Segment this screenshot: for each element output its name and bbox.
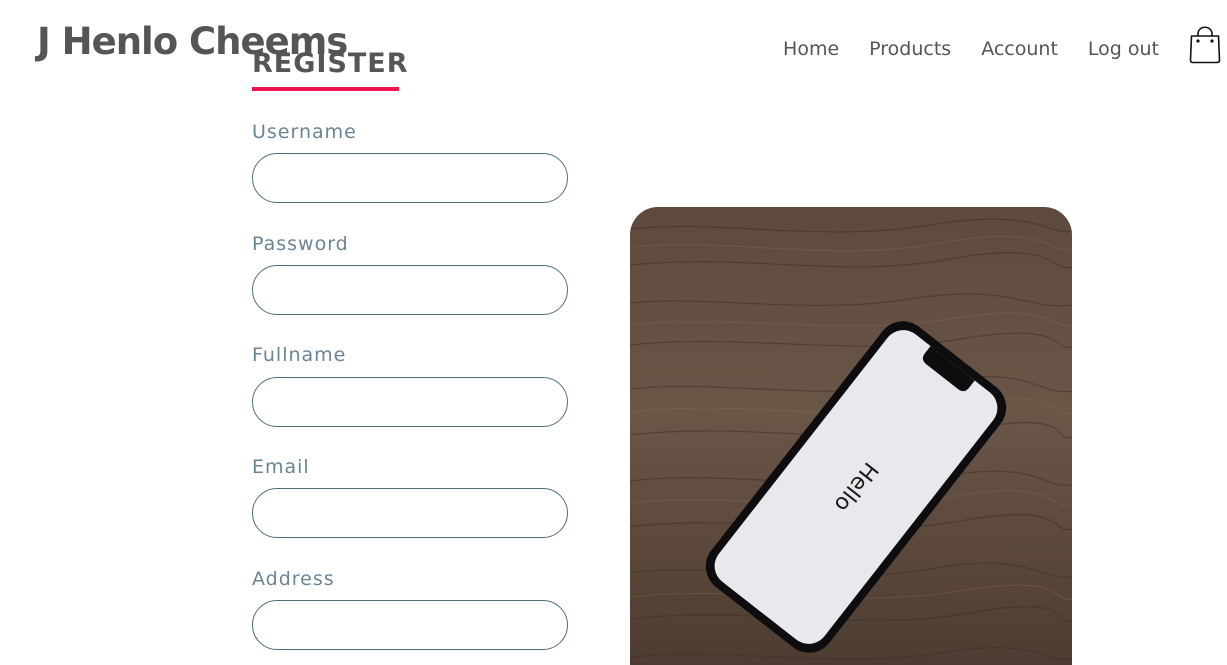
fullname-field[interactable] [252,377,568,427]
password-label: Password [252,233,349,255]
username-field[interactable] [252,153,568,203]
title-underline [252,87,399,91]
register-title: REGISTER [252,48,409,79]
nav-logout[interactable]: Log out [1088,36,1159,62]
nav-products[interactable]: Products [869,36,951,62]
address-label: Address [252,568,335,590]
username-label: Username [252,121,357,143]
phone-photo: Hello [630,207,1072,665]
main-nav: Home Products Account Log out [783,26,1221,68]
address-field[interactable] [252,600,568,650]
nav-home[interactable]: Home [783,36,839,62]
shopping-bag-icon[interactable] [1189,26,1221,64]
email-field[interactable] [252,488,568,538]
nav-account[interactable]: Account [981,36,1058,62]
password-field[interactable] [252,265,568,315]
fullname-label: Fullname [252,344,347,366]
email-label: Email [252,456,310,478]
